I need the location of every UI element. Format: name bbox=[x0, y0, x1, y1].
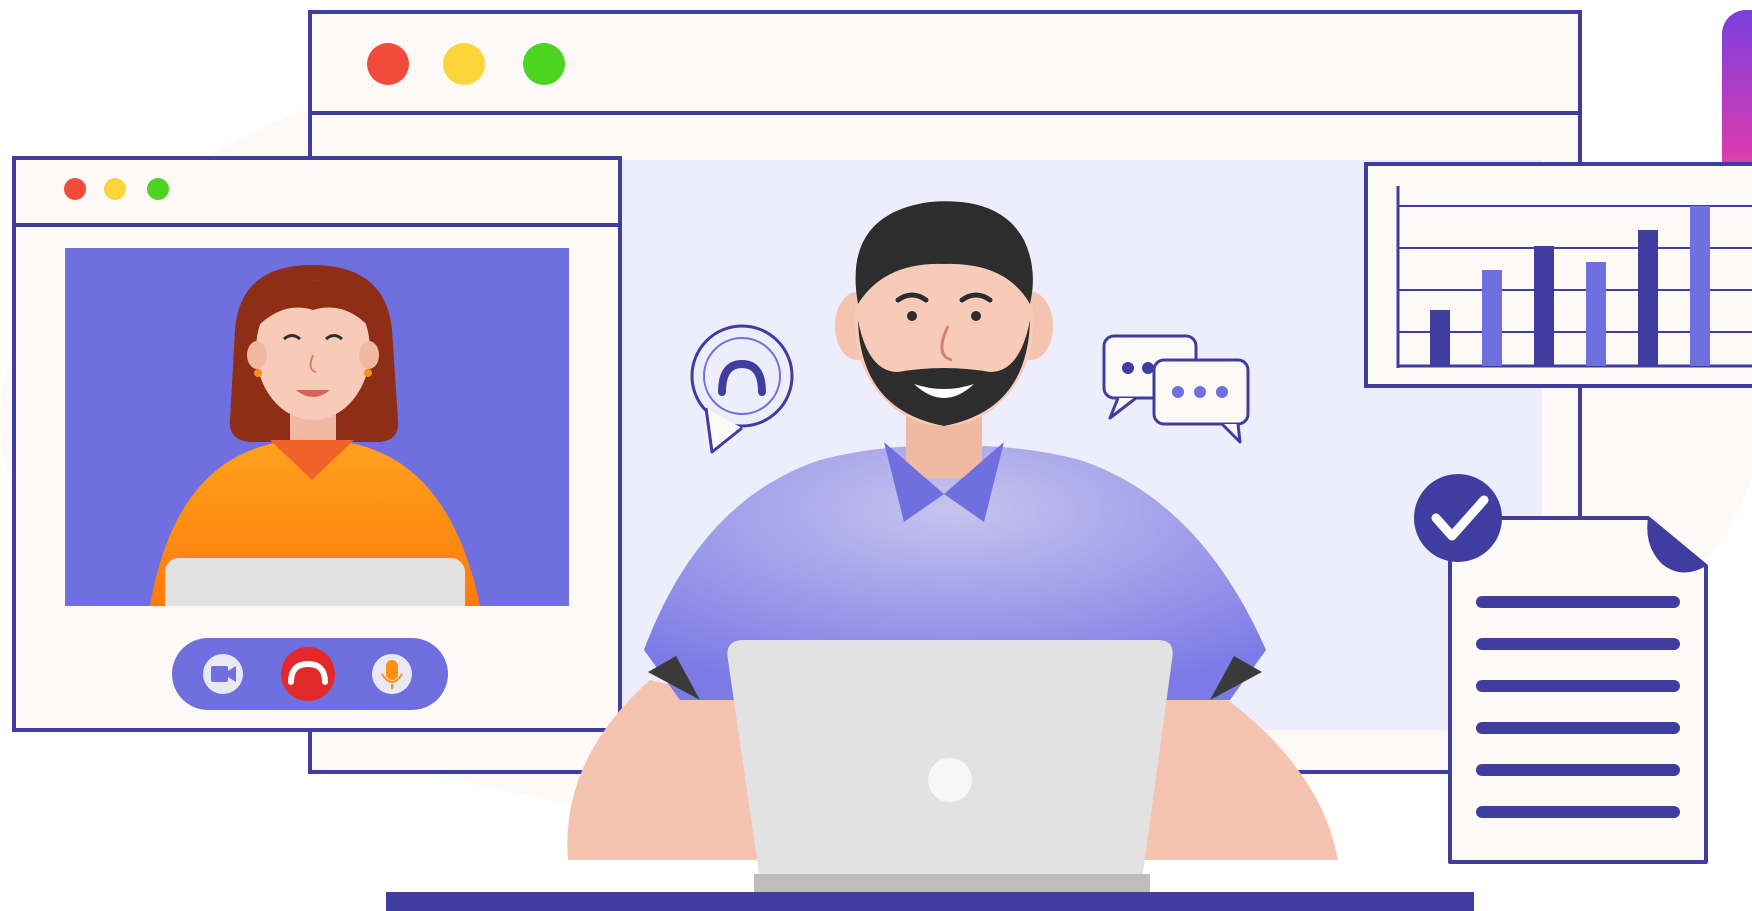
document-icon bbox=[1448, 516, 1708, 864]
video-call-window bbox=[12, 156, 622, 732]
desk bbox=[386, 892, 1474, 911]
video-camera-icon[interactable] bbox=[203, 654, 243, 694]
checkmark-badge-icon bbox=[1414, 474, 1502, 562]
close-dot-icon bbox=[64, 178, 86, 200]
bar-chart-panel bbox=[1364, 162, 1752, 388]
chart-bar bbox=[1430, 310, 1450, 366]
minimize-dot-icon bbox=[104, 178, 126, 200]
chart-bar bbox=[1534, 246, 1554, 366]
laptop-icon bbox=[727, 640, 1173, 896]
maximize-dot-icon bbox=[147, 178, 169, 200]
minimize-dot-icon bbox=[443, 43, 485, 85]
maximize-dot-icon bbox=[523, 43, 565, 85]
chart-bar bbox=[1586, 262, 1606, 366]
microphone-icon[interactable] bbox=[372, 654, 412, 694]
chart-bar bbox=[1482, 270, 1502, 366]
chart-bar bbox=[1690, 206, 1710, 366]
hang-up-icon[interactable] bbox=[281, 647, 335, 701]
laptop-logo-icon bbox=[928, 758, 972, 802]
video-call-illustration bbox=[0, 10, 1752, 911]
close-dot-icon bbox=[367, 43, 409, 85]
chart-bar bbox=[1638, 230, 1658, 366]
